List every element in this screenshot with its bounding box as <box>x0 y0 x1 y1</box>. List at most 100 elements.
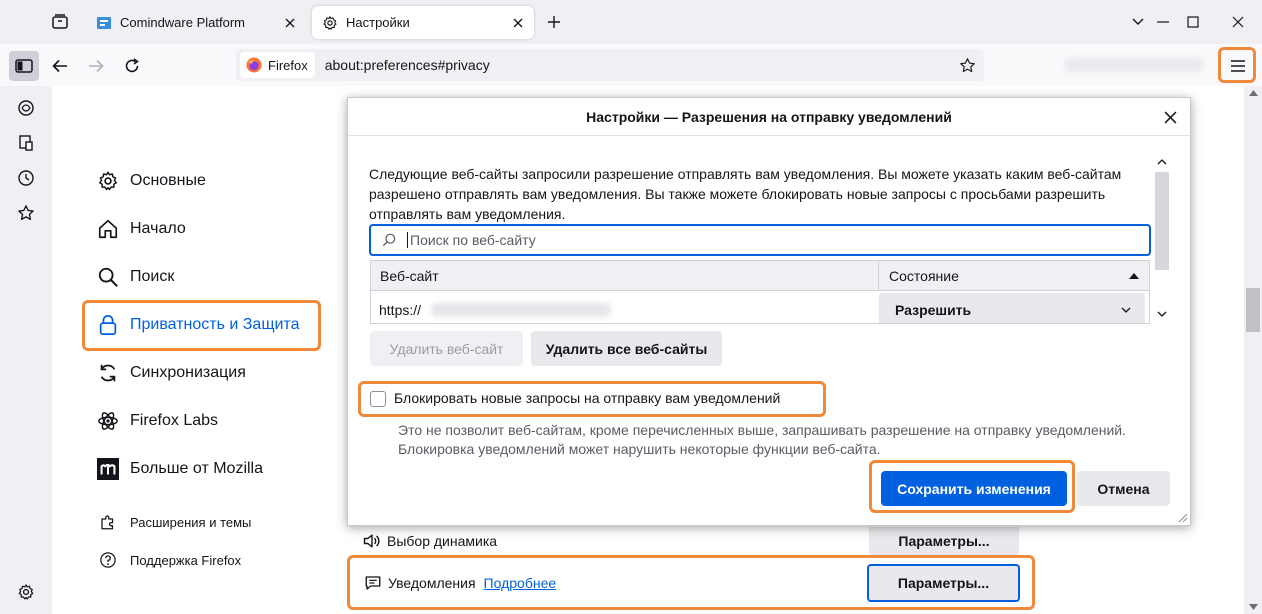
footer-link-label: Поддержка Firefox <box>130 552 242 568</box>
tab-settings[interactable]: Настройки <box>312 6 534 39</box>
hamburger-menu-icon[interactable] <box>1223 51 1253 81</box>
site-url: https:// <box>379 302 422 318</box>
speaker-icon <box>361 530 383 552</box>
page-scrollbar[interactable] <box>1244 86 1262 614</box>
footer-link-label: Расширения и темы <box>130 514 252 530</box>
scroll-up-icon[interactable] <box>1248 88 1258 98</box>
notifications-settings-button[interactable]: Параметры... <box>867 564 1020 602</box>
search-icon <box>381 232 397 248</box>
category-general[interactable]: Основные <box>96 169 206 193</box>
remove-all-sites-button[interactable]: Удалить все веб-сайты <box>531 331 722 366</box>
notifications-label: Уведомления <box>388 575 476 591</box>
site-search-input[interactable]: Поиск по веб-сайту <box>369 224 1151 256</box>
status-select-value: Разрешить <box>895 302 972 318</box>
column-header-status[interactable]: Состояние <box>880 261 1149 291</box>
category-label: Firefox Labs <box>130 412 219 429</box>
notification-permissions-dialog: Настройки — Разрешения на отправку уведо… <box>347 97 1191 526</box>
blurred-site-domain <box>431 303 611 317</box>
bookmark-star-icon[interactable] <box>958 56 976 74</box>
text-caret <box>407 232 408 248</box>
category-label: Основные <box>130 172 206 189</box>
lock-icon <box>96 313 120 337</box>
tab-strip: Comindware Platform Настройки <box>0 0 1262 44</box>
block-new-requests-checkbox[interactable] <box>370 391 386 407</box>
remove-site-button[interactable]: Удалить веб-сайт <box>370 331 523 366</box>
tab-label: Comindware Platform <box>120 15 245 30</box>
help-icon <box>98 550 118 570</box>
dialog-description: Следующие веб-сайты запросили разрешение… <box>369 166 1122 222</box>
notifications-row: Уведомления Подробнее <box>363 571 556 595</box>
dialog-title: Настройки — Разрешения на отправку уведо… <box>348 98 1190 136</box>
table-header: Веб-сайт Состояние <box>371 261 1149 291</box>
toolbar-extensions-area <box>1064 57 1204 73</box>
scroll-down-icon[interactable] <box>1248 602 1258 612</box>
ai-chatbot-icon[interactable] <box>16 98 36 118</box>
scroll-thumb[interactable] <box>1155 172 1169 270</box>
close-window-icon[interactable] <box>1226 10 1250 34</box>
speaker-settings-button[interactable]: Параметры... <box>869 527 1019 555</box>
column-header-site[interactable]: Веб-сайт <box>371 261 879 291</box>
category-label: Приватность и Защита <box>130 316 300 333</box>
close-tab-icon[interactable] <box>282 15 298 31</box>
category-more-from-mozilla[interactable]: Больше от Mozilla <box>96 457 263 481</box>
close-tab-icon[interactable] <box>510 15 526 31</box>
back-arrow-icon[interactable] <box>45 51 75 81</box>
reload-icon[interactable] <box>117 51 147 81</box>
url-text[interactable]: about:preferences#privacy <box>325 57 490 73</box>
tab-label: Настройки <box>346 15 410 30</box>
permissions-table: Веб-сайт Состояние https:// Разрешить <box>370 260 1150 324</box>
category-firefox-labs[interactable]: Firefox Labs <box>96 409 218 433</box>
customize-sidebar-icon[interactable] <box>16 582 36 602</box>
flask-icon <box>96 409 120 433</box>
category-search[interactable]: Поиск <box>96 265 174 289</box>
firefox-logo-icon <box>246 57 262 73</box>
minimize-icon[interactable] <box>1151 10 1175 34</box>
footer-link-support[interactable]: Поддержка Firefox <box>98 550 241 570</box>
address-bar[interactable]: Firefox about:preferences#privacy <box>236 49 984 81</box>
new-tab-icon[interactable] <box>544 12 564 32</box>
table-row[interactable]: https:// Разрешить <box>371 292 1149 323</box>
cancel-button[interactable]: Отмена <box>1077 471 1170 506</box>
category-sync[interactable]: Синхронизация <box>96 361 246 385</box>
dialog-scrollbar[interactable] <box>1153 154 1171 324</box>
home-icon <box>96 217 120 241</box>
identity-box[interactable]: Firefox <box>240 52 315 78</box>
save-changes-button[interactable]: Сохранить изменения <box>881 471 1067 506</box>
scroll-down-icon[interactable] <box>1157 310 1167 318</box>
resize-grip-icon[interactable] <box>1176 511 1188 523</box>
category-label: Начало <box>130 220 186 237</box>
list-all-tabs-icon[interactable] <box>1126 10 1150 34</box>
gear-icon <box>322 15 338 31</box>
footer-link-extensions[interactable]: Расширения и темы <box>98 512 251 532</box>
notifications-learn-more-link[interactable]: Подробнее <box>484 575 557 591</box>
column-header-label: Веб-сайт <box>380 268 439 284</box>
sidebar-toggle-icon[interactable] <box>9 51 39 81</box>
scroll-up-icon[interactable] <box>1157 158 1167 166</box>
status-select[interactable]: Разрешить <box>879 293 1145 323</box>
tab-overview-icon[interactable] <box>50 12 70 32</box>
maximize-icon[interactable] <box>1181 10 1205 34</box>
identity-label: Firefox <box>268 57 308 73</box>
category-label: Поиск <box>130 268 175 285</box>
notification-bubble-icon <box>363 573 383 593</box>
speaker-selection-row: Выбор динамика <box>361 529 497 553</box>
block-new-requests-label[interactable]: Блокировать новые запросы на отправку ва… <box>394 390 780 406</box>
column-header-label: Состояние <box>889 268 959 284</box>
search-icon <box>96 265 120 289</box>
history-icon[interactable] <box>16 168 36 188</box>
sidebar-strip <box>0 86 52 614</box>
synced-tabs-icon[interactable] <box>16 133 36 153</box>
mozilla-icon <box>96 457 120 481</box>
forward-arrow-icon[interactable] <box>81 51 111 81</box>
sort-ascending-icon <box>1129 272 1139 280</box>
puzzle-icon <box>98 512 118 532</box>
sync-icon <box>96 361 120 385</box>
category-label: Больше от Mozilla <box>130 460 264 477</box>
tab-comindware[interactable]: Comindware Platform <box>86 6 306 39</box>
close-icon[interactable] <box>1160 107 1180 127</box>
category-home[interactable]: Начало <box>96 217 186 241</box>
category-privacy[interactable]: Приватность и Защита <box>96 313 299 337</box>
bookmarks-icon[interactable] <box>16 203 36 223</box>
scroll-thumb[interactable] <box>1246 288 1260 332</box>
chevron-down-icon <box>1121 306 1131 314</box>
